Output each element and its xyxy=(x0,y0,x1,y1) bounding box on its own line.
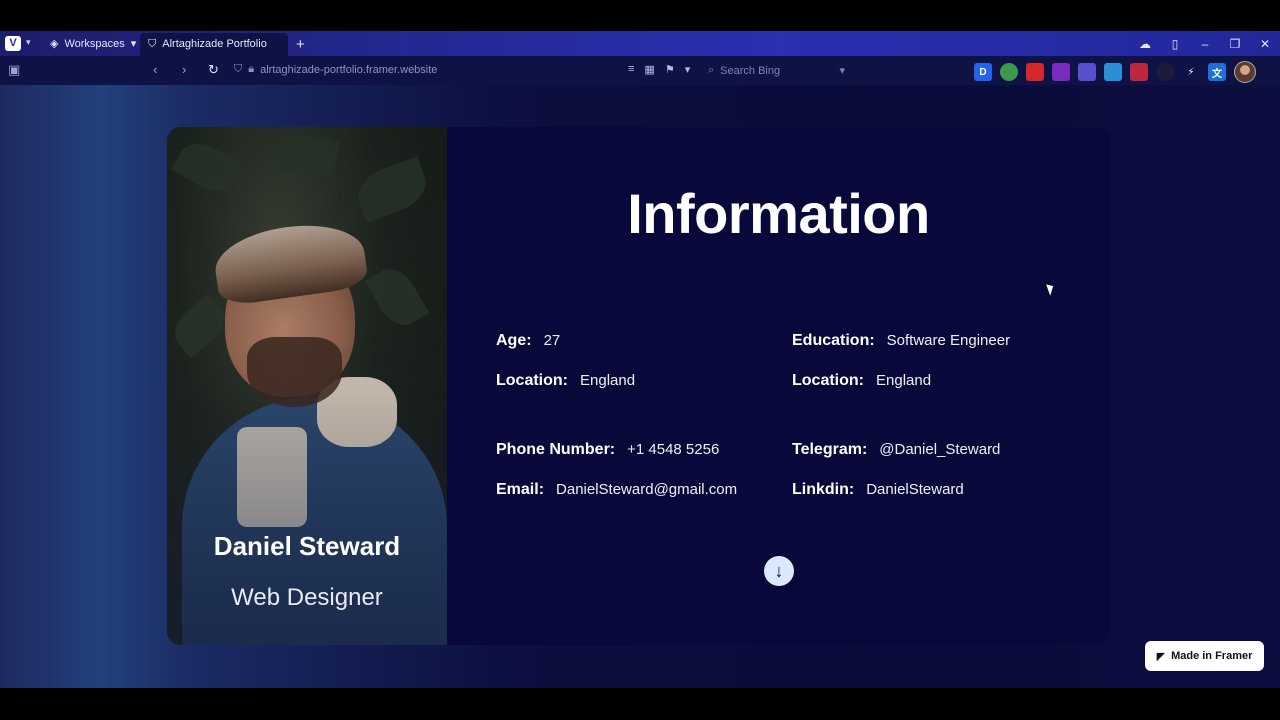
info-row-email: Email: DanielSteward@gmail.com xyxy=(496,481,737,499)
arrow-down-icon: ↓ xyxy=(774,560,784,581)
info-key: Email: xyxy=(496,481,545,498)
framer-logo-icon: ◤ xyxy=(1156,650,1166,663)
extension-badge-icon[interactable] xyxy=(1078,63,1096,81)
new-tab-button[interactable]: + xyxy=(292,33,312,56)
info-value: England xyxy=(876,372,932,389)
extension-blue-icon[interactable] xyxy=(1104,63,1122,81)
info-value: DanielSteward@gmail.com xyxy=(556,481,738,498)
url-field[interactable]: ⛉ 🔒︎ alrtaghizade-portfolio.framer.websi… xyxy=(234,63,437,76)
extension-green-icon[interactable] xyxy=(1000,63,1018,81)
cloud-sync-icon[interactable]: ☁ xyxy=(1130,37,1160,51)
vivaldi-menu-icon[interactable]: V xyxy=(5,36,21,51)
page-title: Information xyxy=(627,182,930,245)
bookmark-icon[interactable]: ⚑ xyxy=(665,63,675,76)
page-viewport: Daniel Steward Web Designer Information … xyxy=(0,85,1280,688)
info-value: England xyxy=(580,372,636,389)
address-bar: ▣ ‹ › ↻ ⛉ 🔒︎ alrtaghizade-portfolio.fram… xyxy=(0,56,1280,85)
close-icon[interactable]: ✕ xyxy=(1250,37,1280,51)
reader-view-icon[interactable]: ≡ xyxy=(628,63,634,76)
url-text: alrtaghizade-portfolio.framer.website xyxy=(260,63,438,76)
workspaces-tab[interactable]: ◈ Workspaces ▾ xyxy=(42,33,140,56)
profile-avatar[interactable] xyxy=(1234,61,1256,83)
extension-chart-icon[interactable] xyxy=(1130,63,1148,81)
info-value: Software Engineer xyxy=(886,332,1011,349)
workspaces-label: Workspaces xyxy=(64,38,125,50)
screen-bottom-border xyxy=(0,688,1280,720)
info-row-telegram: Telegram: @Daniel_Steward xyxy=(792,441,1000,459)
info-card: Daniel Steward Web Designer Information … xyxy=(167,127,1110,645)
qr-code-icon[interactable]: ▦ xyxy=(644,63,654,76)
reload-icon[interactable]: ↻ xyxy=(208,62,219,78)
badge-label: Made in Framer xyxy=(1171,650,1253,662)
person-role: Web Designer xyxy=(231,584,383,611)
chevron-down-icon[interactable]: ▾ xyxy=(685,63,691,76)
shield-icon: ⛉ xyxy=(234,63,243,75)
window-controls: ☁ ▯ – ❐ ✕ xyxy=(1130,31,1280,56)
info-key: Location: xyxy=(792,372,864,389)
extension-bolt-icon[interactable]: ⚡︎ xyxy=(1182,63,1200,81)
extension-circle-icon[interactable] xyxy=(1156,63,1174,81)
search-icon: ⌕ xyxy=(708,64,715,76)
info-key: Phone Number: xyxy=(496,441,616,458)
extensions-bar: D ⚡︎ 文 xyxy=(974,61,1256,83)
info-key: Telegram: xyxy=(792,441,868,458)
translate-icon[interactable]: 文 xyxy=(1208,63,1226,81)
back-icon[interactable]: ‹ xyxy=(153,62,157,77)
browser-title-bar: V ▾ ◈ Workspaces ▾ ⛉ Alrtaghizade Portfo… xyxy=(0,31,1280,56)
chevron-down-icon[interactable]: ▾ xyxy=(26,37,31,48)
info-row-location-2: Location: England xyxy=(792,372,931,390)
info-row-education: Education: Software Engineer xyxy=(792,332,1010,350)
info-value: +1 4548 5256 xyxy=(627,441,720,458)
extension-red-icon[interactable] xyxy=(1026,63,1044,81)
chevron-down-icon: ▾ xyxy=(130,38,137,50)
extension-purple-icon[interactable] xyxy=(1052,63,1070,81)
tab-portfolio[interactable]: ⛉ Alrtaghizade Portfolio xyxy=(140,33,288,56)
info-key: Location: xyxy=(496,372,568,389)
info-row-linkedin: Linkdin: DanielSteward xyxy=(792,481,964,499)
search-input[interactable]: ⌕ Search Bing ▾ xyxy=(704,61,849,80)
site-favicon-icon: ⛉ xyxy=(148,38,157,50)
extension-d-icon[interactable]: D xyxy=(974,63,992,81)
restore-icon[interactable]: ❐ xyxy=(1220,37,1250,51)
chevron-down-icon: ▾ xyxy=(839,65,845,77)
minimize-icon[interactable]: – xyxy=(1190,37,1220,51)
person-name: Daniel Steward xyxy=(213,531,401,561)
lock-icon: 🔒︎ xyxy=(248,63,255,75)
profile-photo: Daniel Steward Web Designer xyxy=(167,127,447,645)
info-value: DanielSteward xyxy=(866,481,964,498)
info-key: Age: xyxy=(496,332,532,349)
info-key: Linkdin: xyxy=(792,481,855,498)
workspaces-icon: ◈ xyxy=(50,38,59,50)
screen-top-border xyxy=(0,0,1280,31)
info-row-age: Age: 27 xyxy=(496,332,560,350)
tab-title: Alrtaghizade Portfolio xyxy=(162,38,267,50)
forward-icon[interactable]: › xyxy=(182,62,186,77)
info-row-phone: Phone Number: +1 4548 5256 xyxy=(496,441,719,459)
info-key: Education: xyxy=(792,332,875,349)
trash-icon[interactable]: ▯ xyxy=(1160,37,1190,51)
panel-toggle-icon[interactable]: ▣ xyxy=(8,62,20,78)
info-value: 27 xyxy=(543,332,561,349)
info-row-location: Location: England xyxy=(496,372,635,390)
scroll-down-button[interactable]: ↓ xyxy=(764,556,794,586)
made-in-framer-badge[interactable]: ◤ Made in Framer xyxy=(1145,641,1264,671)
address-tools: ≡ ▦ ⚑ ▾ xyxy=(628,63,690,76)
info-value: @Daniel_Steward xyxy=(879,441,1001,458)
search-placeholder: Search Bing xyxy=(720,64,781,77)
